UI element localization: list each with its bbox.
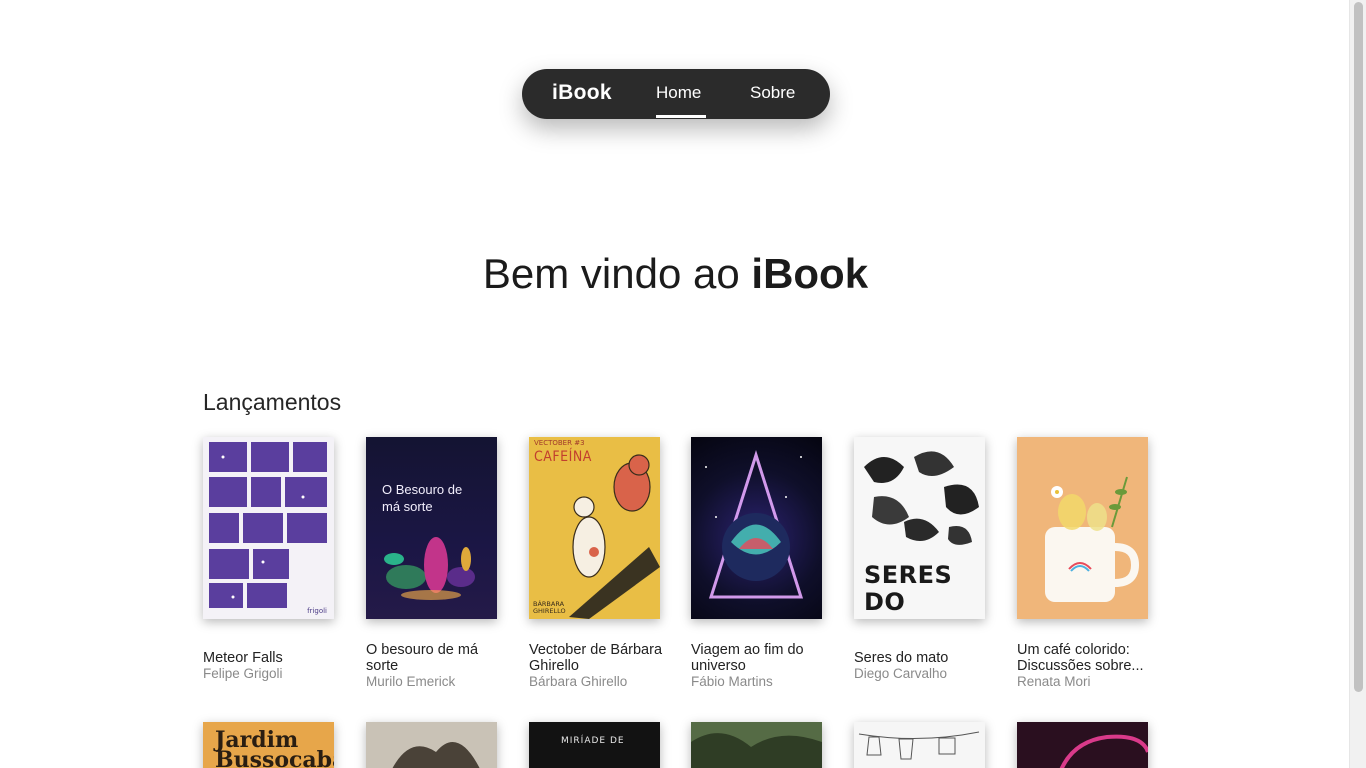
cats-cover-art — [569, 454, 660, 619]
book-cover[interactable]: O Besouro de má sorte — [366, 437, 497, 619]
nav-link-sobre[interactable]: Sobre — [750, 83, 795, 103]
book-card[interactable]: O Besouro de má sorte O besouro de má so… — [366, 437, 498, 689]
hero-heading: Bem vindo ao iBook — [0, 250, 1351, 298]
book-cover[interactable]: VECTOBER #3 CAFEÍNA BÁRBARA GHIRELLO — [529, 437, 660, 619]
book-author: Felipe Grigoli — [203, 666, 283, 681]
book-cover[interactable]: SERES DO MATO — [854, 437, 985, 619]
hero-prefix: Bem vindo ao — [482, 250, 752, 297]
book-author: Fábio Martins — [691, 674, 773, 689]
top-nav: iBook Home Sobre — [522, 69, 830, 119]
cover-title: SERES DO MATO — [864, 561, 953, 620]
book-cover[interactable] — [691, 437, 822, 619]
book-card[interactable]: frigoli Meteor Falls Felipe Grigoli — [203, 437, 335, 681]
book-cover[interactable] — [366, 722, 497, 768]
beetle-cover-art — [384, 537, 475, 600]
hero-brand: iBook — [751, 250, 869, 297]
meteor-cover-art — [209, 442, 327, 608]
book-card[interactable]: SERES DO MATO Seres do mato Diego Carval… — [854, 437, 986, 681]
cover-title: Jardim Bussocaba — [215, 727, 334, 768]
clothesline-cover-art — [854, 722, 985, 768]
cover-publisher: frigoli — [307, 607, 327, 615]
book-cover[interactable]: MIRÍADE DE — [529, 722, 660, 768]
book-author: Renata Mori — [1017, 674, 1091, 689]
book-title[interactable]: Viagem ao fim do universo — [691, 642, 831, 674]
book-cover[interactable]: Jardim Bussocaba — [203, 722, 334, 768]
scrollbar-thumb[interactable] — [1354, 2, 1363, 692]
active-nav-indicator — [656, 115, 706, 118]
logo[interactable]: iBook — [552, 81, 612, 105]
book-cover[interactable] — [1017, 722, 1148, 768]
book-cover[interactable] — [854, 722, 985, 768]
book-card[interactable]: Um café colorido: Discussões sobre... Re… — [1017, 437, 1149, 689]
book-cover[interactable]: frigoli — [203, 437, 334, 619]
book-title[interactable]: Vectober de Bárbara Ghirello — [529, 642, 669, 674]
forest-cover-art — [366, 722, 497, 768]
book-title[interactable]: O besouro de má sorte — [366, 642, 506, 674]
book-card[interactable]: Viagem ao fim do universo Fábio Martins — [691, 437, 823, 689]
cover-title: MIRÍADE DE — [561, 736, 625, 746]
book-author: Diego Carvalho — [854, 666, 948, 681]
jungle-cover-art — [691, 722, 822, 768]
ring-cover-art — [1017, 722, 1148, 768]
cover-author: BÁRBARA GHIRELLO — [533, 600, 566, 615]
book-card[interactable]: VECTOBER #3 CAFEÍNA BÁRBARA GHIRELLO Vec… — [529, 437, 662, 689]
nav-link-home[interactable]: Home — [656, 83, 701, 103]
book-author: Murilo Emerick — [366, 674, 456, 689]
coffee-mug-cover-art — [1045, 476, 1140, 602]
page-scrollbar[interactable] — [1349, 0, 1366, 768]
book-title[interactable]: Um café colorido: Discussões sobre... — [1017, 642, 1157, 674]
book-cover[interactable] — [1017, 437, 1148, 619]
space-cover-art — [705, 450, 804, 599]
book-author: Bárbara Ghirello — [529, 674, 628, 689]
section-title: Lançamentos — [203, 389, 342, 415]
book-title[interactable]: Seres do mato — [854, 650, 994, 666]
book-cover[interactable] — [691, 722, 822, 768]
book-title[interactable]: Meteor Falls — [203, 650, 343, 666]
